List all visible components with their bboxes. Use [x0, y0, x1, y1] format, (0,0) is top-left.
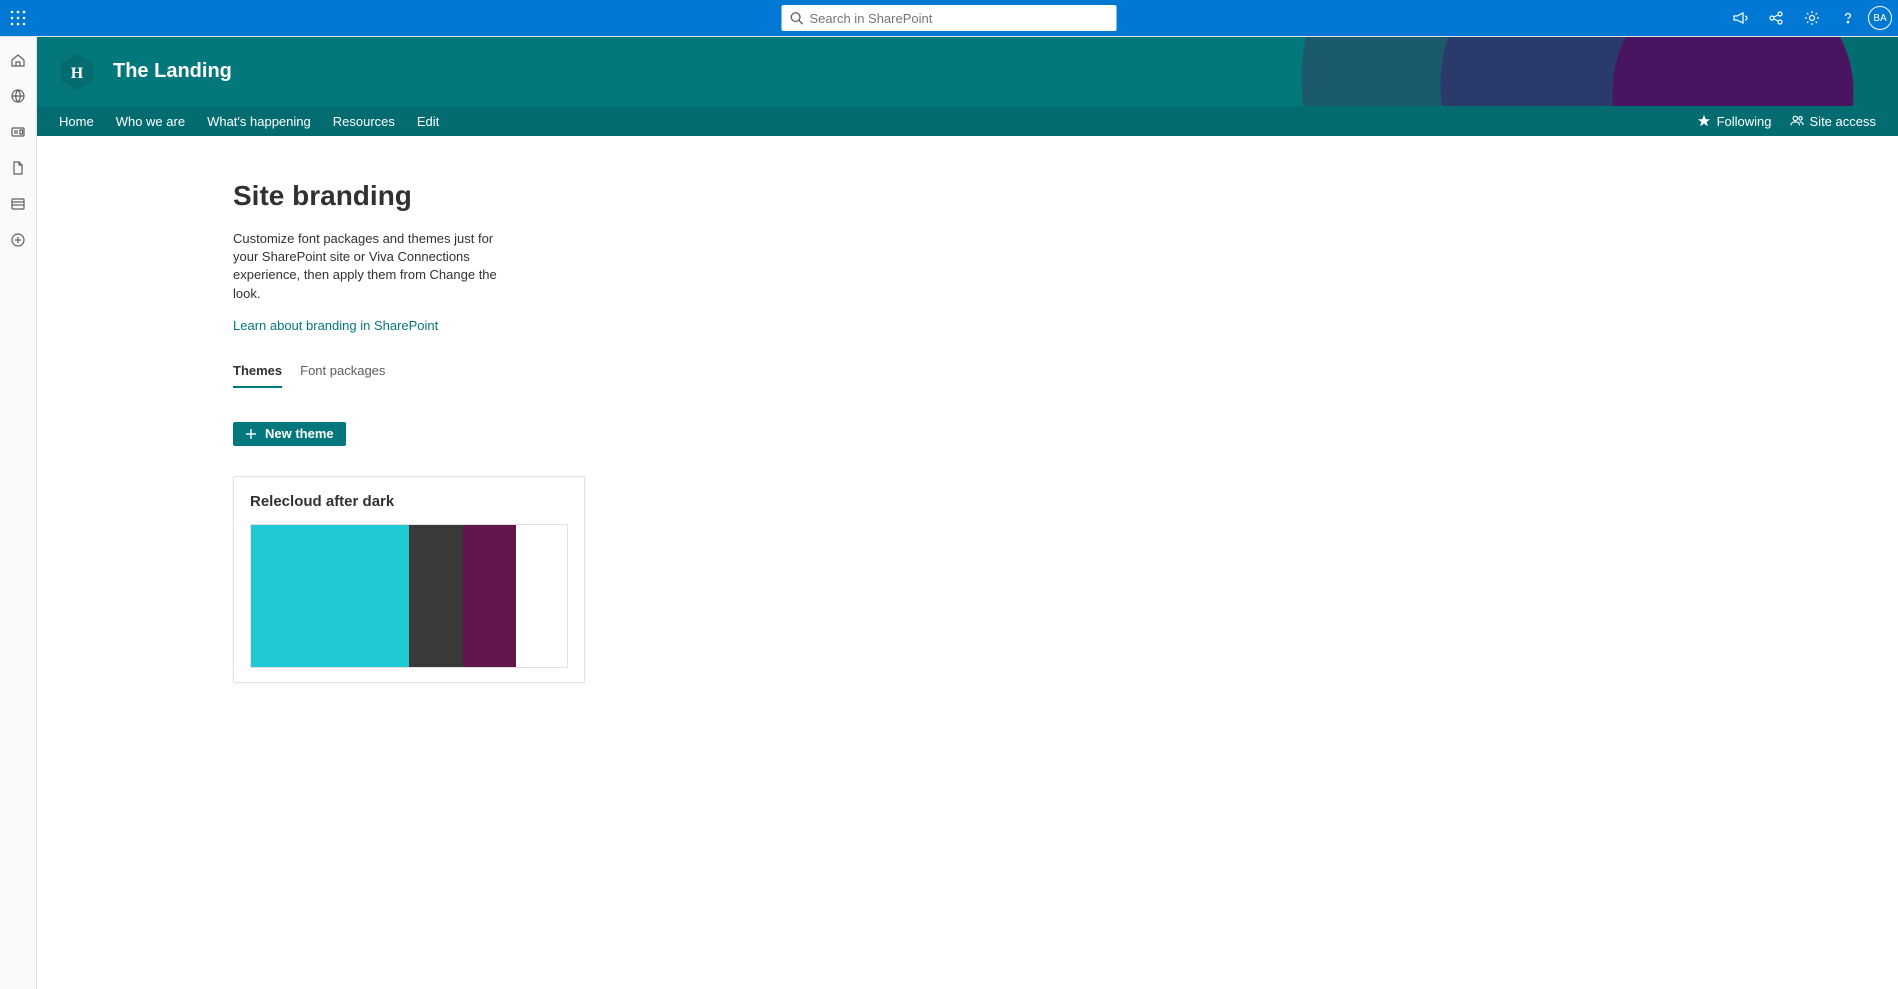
tab-font-packages[interactable]: Font packages — [300, 363, 385, 388]
rail-global[interactable] — [0, 79, 37, 113]
list-icon — [10, 196, 26, 212]
following-button[interactable]: Following — [1697, 114, 1772, 129]
tabs: Themes Font packages — [233, 363, 1898, 388]
rail-create[interactable] — [0, 223, 37, 257]
news-icon — [10, 124, 26, 140]
share-icon — [1768, 10, 1784, 26]
home-icon — [10, 52, 26, 68]
megaphone-button[interactable] — [1724, 2, 1756, 34]
theme-card[interactable]: Relecloud after dark — [233, 476, 585, 683]
header-artwork — [1238, 37, 1898, 106]
nav-whats-happening[interactable]: What's happening — [207, 114, 311, 129]
search-icon — [790, 11, 804, 25]
people-icon — [1790, 114, 1804, 128]
nav-home[interactable]: Home — [59, 114, 94, 129]
new-theme-label: New theme — [265, 426, 334, 441]
tab-themes[interactable]: Themes — [233, 363, 282, 388]
account-avatar[interactable]: BA — [1868, 6, 1892, 30]
app-rail — [0, 37, 37, 989]
share-button[interactable] — [1760, 2, 1792, 34]
swatch-accent — [463, 525, 517, 667]
suite-header-right: BA — [1724, 2, 1898, 34]
waffle-icon — [10, 10, 26, 26]
nav-resources[interactable]: Resources — [333, 114, 395, 129]
swatch-background — [516, 525, 567, 667]
rail-news[interactable] — [0, 115, 37, 149]
plus-circle-icon — [10, 232, 26, 248]
main-column: H The Landing Home Who we are What's hap… — [37, 37, 1898, 989]
app-launcher-button[interactable] — [0, 0, 36, 36]
page-content: Site branding Customize font packages an… — [37, 136, 1898, 723]
theme-card-title: Relecloud after dark — [250, 493, 568, 510]
rail-home[interactable] — [0, 43, 37, 77]
plus-icon — [245, 428, 257, 440]
theme-swatches — [250, 524, 568, 668]
swatch-secondary — [409, 525, 463, 667]
help-icon — [1840, 10, 1856, 26]
search-input[interactable] — [810, 11, 1109, 26]
new-theme-button[interactable]: New theme — [233, 422, 346, 446]
site-nav: Home Who we are What's happening Resourc… — [37, 106, 1898, 136]
nav-edit[interactable]: Edit — [417, 114, 439, 129]
rail-files[interactable] — [0, 151, 37, 185]
swatch-primary — [251, 525, 409, 667]
settings-button[interactable] — [1796, 2, 1828, 34]
learn-link[interactable]: Learn about branding in SharePoint — [233, 318, 438, 333]
site-access-label: Site access — [1810, 114, 1876, 129]
globe-icon — [10, 88, 26, 104]
page-description: Customize font packages and themes just … — [233, 230, 511, 303]
star-icon — [1697, 114, 1711, 128]
svg-text:H: H — [71, 65, 84, 82]
gear-icon — [1804, 10, 1820, 26]
search-box[interactable] — [782, 5, 1117, 31]
file-icon — [10, 160, 26, 176]
help-button[interactable] — [1832, 2, 1864, 34]
site-logo[interactable]: H — [59, 52, 95, 92]
page-title: Site branding — [233, 180, 1898, 212]
rail-lists[interactable] — [0, 187, 37, 221]
avatar-initials: BA — [1873, 13, 1886, 24]
hexagon-logo-icon: H — [59, 52, 95, 92]
site-title[interactable]: The Landing — [113, 60, 232, 83]
following-label: Following — [1717, 114, 1772, 129]
megaphone-icon — [1732, 10, 1748, 26]
site-header: H The Landing — [37, 37, 1898, 106]
site-access-button[interactable]: Site access — [1790, 114, 1876, 129]
nav-right: Following Site access — [1697, 114, 1876, 129]
nav-who-we-are[interactable]: Who we are — [116, 114, 185, 129]
suite-header: BA — [0, 0, 1898, 36]
